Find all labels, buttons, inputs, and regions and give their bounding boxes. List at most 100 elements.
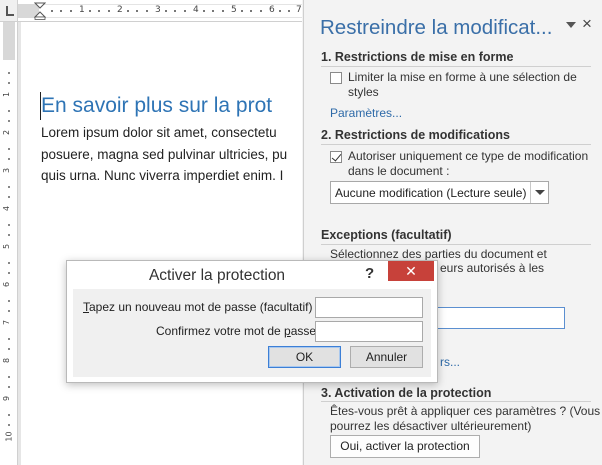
ruler-tick <box>8 72 10 74</box>
dialog-close-button[interactable]: ✕ <box>388 261 434 281</box>
chevron-down-icon[interactable] <box>530 182 548 203</box>
ruler-tick <box>8 158 10 160</box>
pane-close-icon[interactable]: × <box>582 14 592 34</box>
limit-formatting-label-line1: Limiter la mise en forme à une sélection… <box>348 70 577 84</box>
limit-formatting-label: Limiter la mise en forme à une sélection… <box>348 70 577 99</box>
document-page[interactable]: En savoir plus sur la prot Lorem ipsum d… <box>21 22 302 465</box>
ruler-number: 9 <box>2 395 12 402</box>
ruler-number: 7 <box>296 5 302 15</box>
ruler-tick <box>8 424 10 426</box>
ruler-tick <box>8 414 10 416</box>
new-password-input[interactable] <box>315 297 423 318</box>
confirm-password-label-accesskey: p <box>284 324 291 338</box>
ruler-tick <box>8 376 10 378</box>
allow-editing-type-label-line1: Autoriser uniquement ce type de modifica… <box>348 149 589 163</box>
ruler-tick <box>8 272 10 274</box>
ruler-tick <box>8 310 10 312</box>
dialog-title: Activer la protection <box>148 267 286 284</box>
pane-title: Restreindre la modificat... <box>320 16 553 39</box>
ruler-tick <box>260 10 262 12</box>
ruler-tick <box>60 10 62 12</box>
ruler-tick <box>165 10 167 12</box>
ruler-tick <box>279 10 281 12</box>
ruler-number: 4 <box>193 5 199 15</box>
ruler-tick <box>222 10 224 12</box>
restrict-editing-pane: Restreindre la modificat... × 1. Restric… <box>303 0 602 465</box>
ruler-tick <box>203 10 205 12</box>
new-password-label-text: apez un nouveau mot de passe (facultatif… <box>89 300 320 314</box>
confirm-password-input[interactable] <box>315 321 423 342</box>
ruler-tick <box>8 262 10 264</box>
document-paragraph-line[interactable]: quis urna. Nunc viverra imperdiet enim. … <box>41 168 283 183</box>
cancel-button[interactable]: Annuler <box>350 346 423 368</box>
dialog-body: Tapez un nouveau mot de passe (facultati… <box>73 289 431 377</box>
ruler-tick <box>8 300 10 302</box>
groups-list-box[interactable] <box>431 307 565 329</box>
settings-link[interactable]: Paramètres... <box>330 106 402 120</box>
ruler-tick <box>98 10 100 12</box>
ruler-tick <box>288 10 290 12</box>
ruler-number: 4 <box>2 205 12 212</box>
ruler-tick <box>51 10 53 12</box>
section-divider <box>321 244 591 245</box>
ruler-number: 8 <box>2 357 12 364</box>
ruler-number: 5 <box>2 243 12 250</box>
exceptions-text-line2: eurs autorisés à les <box>440 261 545 275</box>
section-divider <box>321 401 591 402</box>
ruler-tick <box>8 338 10 340</box>
indent-marker-icon[interactable] <box>34 2 46 20</box>
document-paragraph-line[interactable]: Lorem ipsum dolor sit amet, consectetu <box>41 125 277 140</box>
ruler-tick <box>8 386 10 388</box>
ruler-tick <box>8 110 10 112</box>
ruler-number: 10 <box>4 431 14 442</box>
ruler-tick <box>8 224 10 226</box>
ruler-tick <box>241 10 243 12</box>
ruler-number: 3 <box>155 5 161 15</box>
confirm-password-label-text: Confirmez votre mot de <box>156 324 285 338</box>
ruler-tick <box>70 10 72 12</box>
tab-stop-selector[interactable] <box>0 0 18 22</box>
vertical-ruler[interactable]: 1 2 3 4 5 6 7 8 9 10 <box>0 22 18 465</box>
ruler-number: 5 <box>231 5 237 15</box>
editing-type-select-value: Aucune modification (Lecture seule) <box>335 186 527 200</box>
ruler-tick <box>127 10 129 12</box>
new-password-label: Tapez un nouveau mot de passe (facultati… <box>83 300 319 314</box>
ruler-tick <box>146 10 148 12</box>
ruler-tick <box>8 234 10 236</box>
ruler-tick <box>8 148 10 150</box>
ruler-tick <box>89 10 91 12</box>
ruler-tick <box>8 186 10 188</box>
ruler-number: 2 <box>2 129 12 136</box>
help-icon[interactable]: ? <box>365 265 374 282</box>
ruler-top-margin <box>3 22 15 60</box>
start-enforcement-heading: 3. Activation de la protection <box>321 386 492 400</box>
enforcement-text: Êtes-vous prêt à appliquer ces paramètre… <box>330 404 600 433</box>
limit-formatting-label-line2: styles <box>348 84 379 99</box>
document-heading[interactable]: En savoir plus sur la prot <box>41 94 272 118</box>
document-paragraph-line[interactable]: posuere, magna sed pulvinar ultricies, p… <box>41 147 287 162</box>
horizontal-ruler[interactable]: 1 2 3 4 5 6 7 <box>18 0 302 22</box>
ruler-number: 6 <box>269 5 275 15</box>
ruler-number: 6 <box>2 281 12 288</box>
ruler-number: 1 <box>2 91 12 98</box>
more-users-link[interactable]: rs... <box>440 355 460 369</box>
start-enforcing-button[interactable]: Oui, activer la protection <box>330 435 480 458</box>
allow-editing-type-checkbox[interactable] <box>330 151 342 163</box>
pane-options-icon[interactable] <box>566 22 576 28</box>
enforcement-text-line2: pourrez les désactiver ultérieurement) <box>330 418 532 433</box>
ok-button[interactable]: OK <box>268 346 341 368</box>
section-divider <box>321 144 591 145</box>
limit-formatting-checkbox[interactable] <box>330 72 342 84</box>
ruler-tick <box>136 10 138 12</box>
enforcement-text-line1: Êtes-vous prêt à appliquer ces paramètre… <box>330 404 601 418</box>
ruler-tick <box>212 10 214 12</box>
ruler-tick <box>8 120 10 122</box>
confirm-password-label: Confirmez votre mot de passe : <box>156 324 323 338</box>
allow-editing-type-label: Autoriser uniquement ce type de modifica… <box>348 149 588 178</box>
ruler-tick <box>8 196 10 198</box>
editing-type-select[interactable]: Aucune modification (Lecture seule) <box>330 181 549 204</box>
document-area: 1 2 3 4 5 6 7 1 2 3 4 5 6 7 8 9 10 En sa… <box>0 0 302 465</box>
ruler-tick <box>8 348 10 350</box>
ruler-number: 1 <box>79 5 85 15</box>
ruler-tick <box>184 10 186 12</box>
